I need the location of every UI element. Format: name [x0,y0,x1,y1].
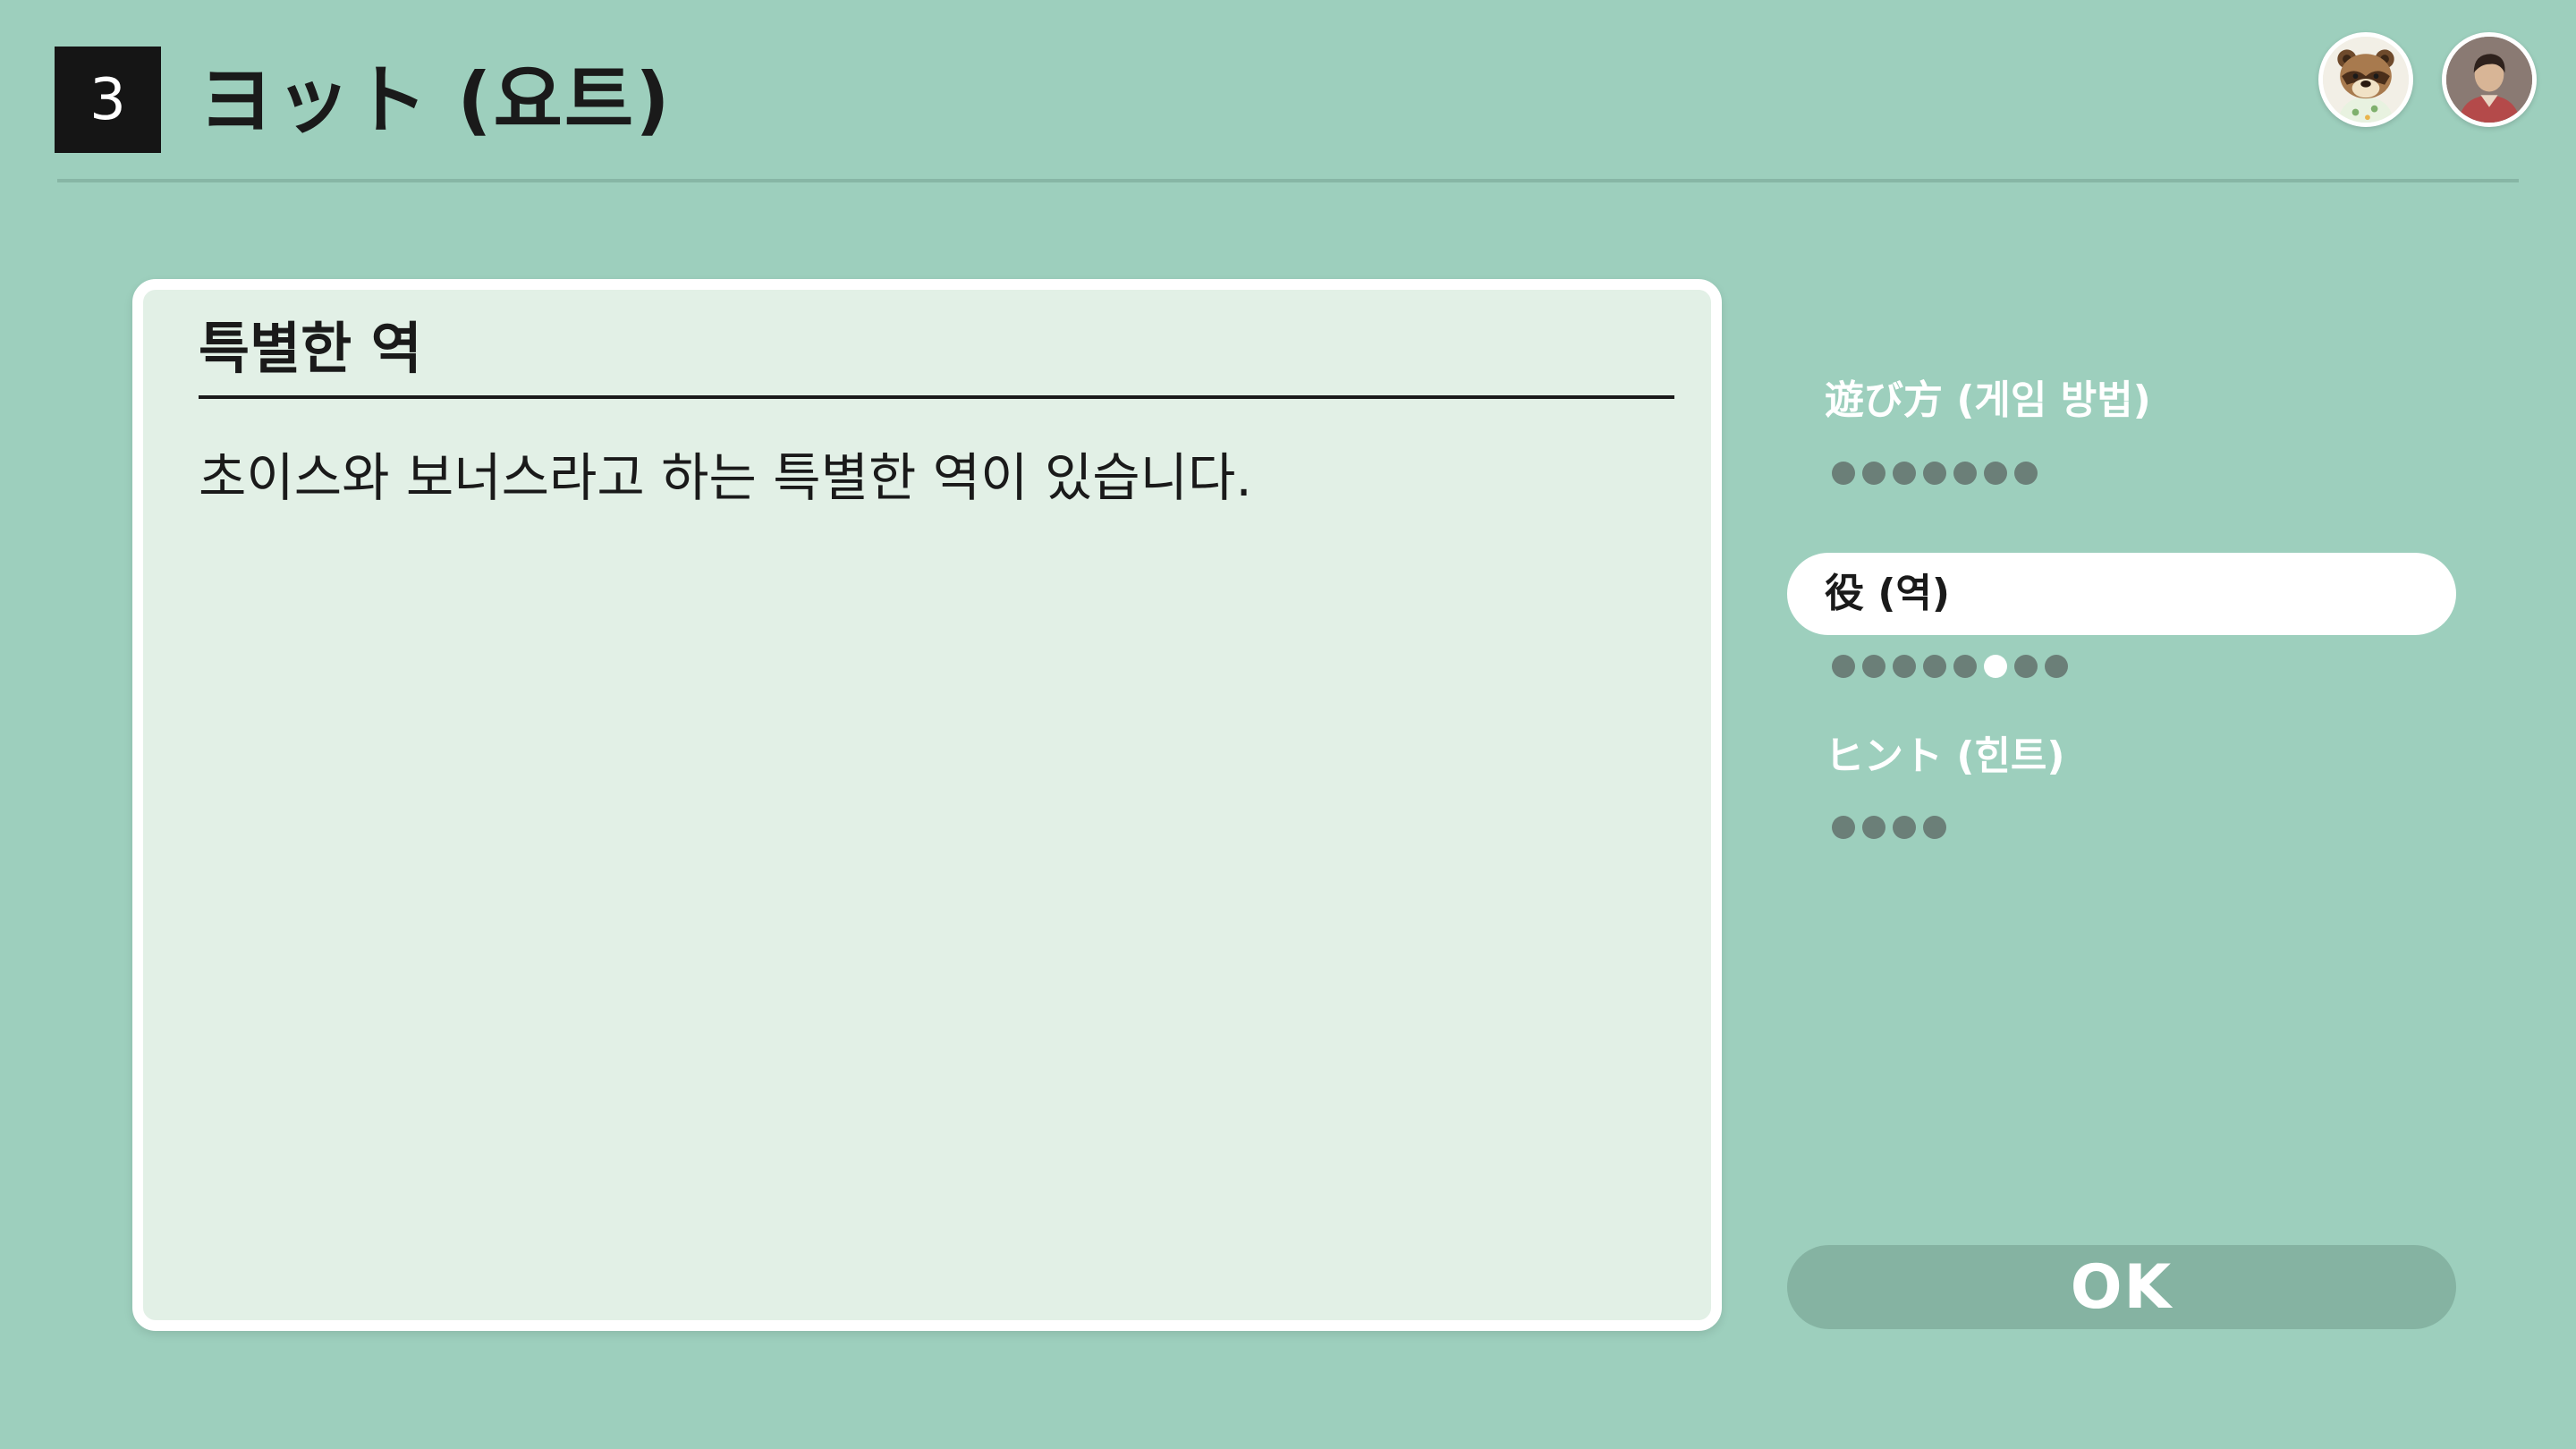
panel-heading: 특별한 역 [199,316,422,381]
page-dot [1862,655,1885,678]
player-avatar-icon[interactable] [2442,32,2537,127]
page-indicator-how-to-play [1832,461,2038,486]
page-dot [1923,655,1946,678]
page-indicator-hints [1832,815,1946,840]
rules-screen: 3 ヨット (요트) 특별한 역 초이스와 보너스라고 하는 특별한 역이 있습… [0,0,2576,1449]
page-dot [2045,655,2068,678]
ok-button[interactable]: OK [1787,1245,2456,1329]
page-dot [2014,462,2038,485]
menu-item-label: 役 (역) [1825,571,1951,616]
header-divider [57,179,2519,182]
panel-heading-divider [199,395,1674,399]
page-dot [1832,816,1855,839]
page-dot [1862,462,1885,485]
tom-nook-avatar-icon-graphic [2323,37,2409,123]
rule-content-panel: 특별한 역 초이스와 보너스라고 하는 특별한 역이 있습니다. [132,279,1722,1331]
page-dot [1984,462,2007,485]
page-dot [1923,462,1946,485]
page-dot [1862,816,1885,839]
player-avatar-icon-graphic [2446,37,2532,123]
panel-body-text: 초이스와 보너스라고 하는 특별한 역이 있습니다. [199,447,1252,508]
menu-item-label: 遊び方 (게임 방법) [1825,377,2151,423]
page-dot [1893,816,1916,839]
menu-item-hints[interactable]: ヒント (힌트) [1787,716,2456,798]
menu-item-roles[interactable]: 役 (역) [1787,553,2456,635]
page-indicator-roles [1832,654,2068,679]
page-dot [2014,655,2038,678]
menu-item-how-to-play[interactable]: 遊び方 (게임 방법) [1787,360,2456,442]
page-dot [1832,462,1855,485]
page-dot-current [1984,655,2007,678]
page-dot [1893,462,1916,485]
game-title: ヨット (요트) [199,56,672,144]
game-number-badge: 3 [55,47,161,153]
menu-item-label: ヒント (힌트) [1825,733,2065,779]
page-dot [1953,462,1977,485]
page-dot [1923,816,1946,839]
page-dot [1953,655,1977,678]
tom-nook-avatar-icon[interactable] [2318,32,2413,127]
page-dot [1893,655,1916,678]
page-dot [1832,655,1855,678]
